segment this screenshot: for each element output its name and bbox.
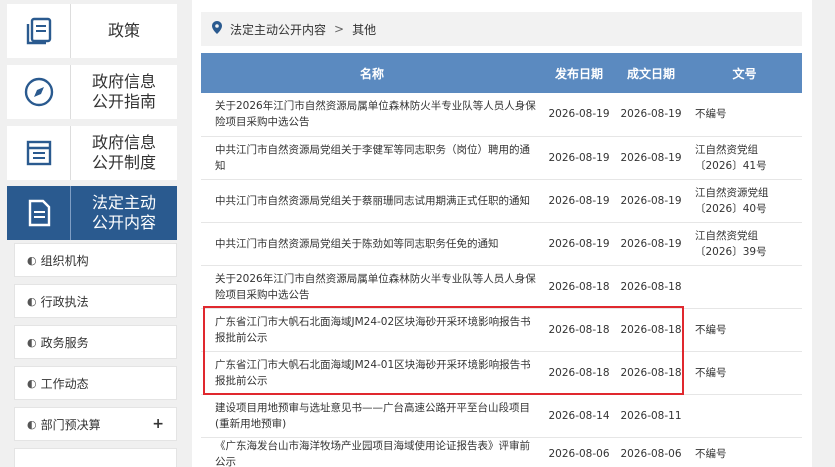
doc-date: 2026-08-18	[615, 351, 687, 395]
bullet-icon: ◐	[27, 253, 37, 267]
doc-date: 2026-08-18	[615, 308, 687, 352]
content-panel: 法定主动公开内容 > 其他 名称 发布日期 成文日期 文号 关于2026年江门市…	[192, 0, 812, 467]
col-header-doc-date: 成文日期	[615, 53, 687, 93]
breadcrumb-current: 其他	[352, 22, 377, 37]
table-row: 《广东海发台山市海洋牧场产业园项目海域使用论证报告表》评审前公示 2026-08…	[201, 437, 802, 467]
sub-nav-label: 工作动态	[40, 376, 89, 391]
doc-number: 江自然资党组〔2026〕41号	[687, 136, 802, 180]
col-header-doc-number: 文号	[687, 53, 802, 93]
table-row: 关于2026年江门市自然资源局属单位森林防火半专业队等人员人身保险项目采购中选公…	[201, 93, 802, 137]
pub-date: 2026-08-19	[543, 93, 615, 137]
doc-date: 2026-08-19	[615, 222, 687, 266]
pub-date: 2026-08-06	[548, 447, 610, 460]
doc-number: 不编号	[695, 447, 727, 460]
bullet-icon: ◐	[27, 335, 37, 349]
doc-title-link[interactable]: 建设项目用地预审与选址意见书——广台高速公路开平至台山段项目(重新用地预审)	[201, 394, 543, 438]
nav-disclosure-system-label: 政府信息 公开制度	[91, 133, 156, 172]
nav-disclosure-guide-label: 政府信息 公开指南	[91, 72, 156, 111]
pub-date: 2026-08-18	[543, 351, 615, 395]
doc-date: 2026-08-19	[615, 93, 687, 137]
document-icon	[7, 4, 71, 58]
doc-number: 不编号	[687, 351, 802, 395]
table-header-row: 名称 发布日期 成文日期 文号	[201, 53, 802, 93]
sidebar: 政策 政府信息 公开指南 政府信息 公开制度 法定主动 公开内容 ◐ 组织机构 …	[7, 0, 177, 467]
nav-statutory-disclosure[interactable]: 法定主动 公开内容	[7, 186, 177, 240]
sub-nav-organization[interactable]: ◐ 组织机构	[14, 243, 177, 277]
file-icon	[7, 186, 71, 240]
pub-date: 2026-08-19	[543, 136, 615, 180]
sub-nav-partial[interactable]	[14, 448, 177, 467]
doc-number: 江自然资党组〔2026〕39号	[687, 222, 802, 266]
location-pin-icon	[212, 21, 222, 37]
col-header-pub-date: 发布日期	[543, 53, 615, 93]
table-row: 中共江门市自然资源局党组关于陈劲如等同志职务任免的通知 2026-08-19 2…	[201, 222, 802, 266]
pub-date: 2026-08-18	[543, 308, 615, 352]
doc-number: 不编号	[687, 93, 802, 137]
pub-date: 2026-08-14	[543, 394, 615, 438]
nav-policy-label: 政策	[107, 21, 140, 40]
nav-disclosure-system[interactable]: 政府信息 公开制度	[7, 126, 177, 180]
nav-policy[interactable]: 政策	[7, 4, 177, 58]
sub-nav-label: 行政执法	[40, 294, 89, 309]
table-row: 中共江门市自然资源局党组关于李健军等同志职务（岗位）聘用的通知 2026-08-…	[201, 136, 802, 180]
list-icon	[7, 126, 71, 180]
doc-number	[687, 394, 802, 438]
table-row: 广东省江门市大帆石北面海域JM24-02区块海砂开采环境影响报告书报批前公示 2…	[201, 308, 802, 352]
doc-number: 江自然资源党组〔2026〕40号	[687, 179, 802, 223]
table-row: 中共江门市自然资源局党组关于蔡丽珊同志试用期满正式任职的通知 2026-08-1…	[201, 179, 802, 223]
nav-disclosure-guide[interactable]: 政府信息 公开指南	[7, 65, 177, 119]
document-table: 名称 发布日期 成文日期 文号 关于2026年江门市自然资源局属单位森林防火半专…	[201, 53, 802, 467]
table-row: 关于2026年江门市自然资源局属单位森林防火半专业队等人员人身保险项目采购中选公…	[201, 265, 802, 309]
table-row: 广东省江门市大帆石北面海域JM24-01区块海砂开采环境影响报告书报批前公示 2…	[201, 351, 802, 395]
bullet-icon: ◐	[27, 294, 37, 308]
table-row: 建设项目用地预审与选址意见书——广台高速公路开平至台山段项目(重新用地预审) 2…	[201, 394, 802, 438]
doc-title-link[interactable]: 中共江门市自然资源局党组关于李健军等同志职务（岗位）聘用的通知	[201, 136, 543, 180]
pub-date: 2026-08-19	[543, 222, 615, 266]
sub-nav-work-updates[interactable]: ◐ 工作动态	[14, 366, 177, 400]
sub-nav-department-budget[interactable]: ◐ 部门预决算 +	[14, 407, 177, 441]
sub-nav-label: 政务服务	[40, 335, 89, 350]
breadcrumb-link[interactable]: 法定主动公开内容	[230, 21, 326, 38]
doc-date: 2026-08-06	[620, 447, 682, 460]
doc-number	[687, 265, 802, 309]
expand-plus-icon[interactable]: +	[152, 417, 164, 431]
breadcrumb: 法定主动公开内容 > 其他	[201, 12, 802, 46]
sub-nav-government-services[interactable]: ◐ 政务服务	[14, 325, 177, 359]
pub-date: 2026-08-19	[543, 179, 615, 223]
doc-title-link[interactable]: 中共江门市自然资源局党组关于陈劲如等同志职务任免的通知	[201, 222, 543, 266]
bullet-icon: ◐	[27, 376, 37, 390]
doc-title-link[interactable]: 广东省江门市大帆石北面海域JM24-01区块海砂开采环境影响报告书报批前公示	[201, 351, 543, 395]
pub-date: 2026-08-18	[543, 265, 615, 309]
doc-title-link[interactable]: 关于2026年江门市自然资源局属单位森林防火半专业队等人员人身保险项目采购中选公…	[201, 265, 543, 309]
doc-title-link[interactable]: 《广东海发台山市海洋牧场产业园项目海域使用论证报告表》评审前公示	[201, 437, 543, 467]
doc-date: 2026-08-19	[615, 136, 687, 180]
sub-nav-law-enforcement[interactable]: ◐ 行政执法	[14, 284, 177, 318]
doc-date: 2026-08-18	[615, 265, 687, 309]
nav-statutory-disclosure-label: 法定主动 公开内容	[91, 193, 156, 232]
bullet-icon: ◐	[27, 417, 37, 431]
doc-number: 不编号	[687, 308, 802, 352]
compass-icon	[7, 65, 71, 119]
doc-title-link[interactable]: 广东省江门市大帆石北面海域JM24-02区块海砂开采环境影响报告书报批前公示	[201, 308, 543, 352]
doc-title-link[interactable]: 中共江门市自然资源局党组关于蔡丽珊同志试用期满正式任职的通知	[201, 179, 543, 223]
doc-title-link[interactable]: 关于2026年江门市自然资源局属单位森林防火半专业队等人员人身保险项目采购中选公…	[201, 93, 543, 137]
breadcrumb-separator: >	[334, 22, 345, 36]
doc-date: 2026-08-19	[615, 179, 687, 223]
col-header-title: 名称	[201, 53, 543, 93]
sub-nav-label: 组织机构	[40, 253, 89, 268]
doc-date: 2026-08-11	[615, 394, 687, 438]
sub-nav-label: 部门预决算	[40, 417, 101, 432]
